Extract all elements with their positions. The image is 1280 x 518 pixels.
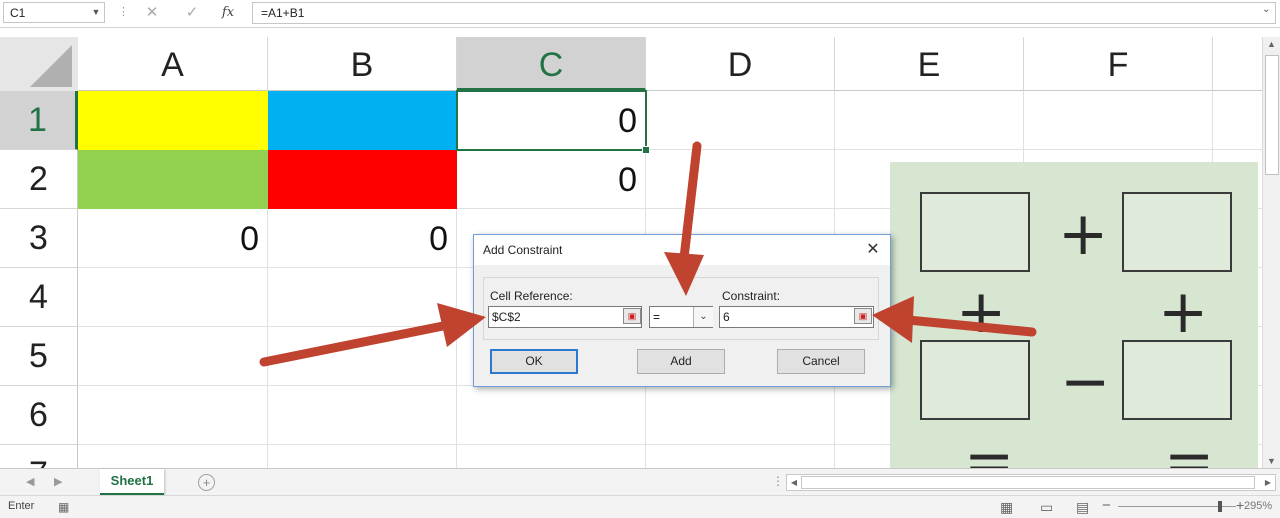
cell-d6[interactable] <box>646 386 835 445</box>
previous-sheet-icon[interactable]: ◀ <box>26 475 34 488</box>
formula-input[interactable]: =A1+B1 <box>252 2 1276 24</box>
cell-b3[interactable]: 0 <box>268 209 457 268</box>
cell-g1[interactable] <box>1213 91 1262 150</box>
scroll-down-icon[interactable]: ▼ <box>1263 456 1280 466</box>
row-header-4[interactable]: 4 <box>0 268 78 327</box>
column-header-d[interactable]: D <box>646 37 835 91</box>
row-header-2[interactable]: 2 <box>0 150 78 209</box>
cell-b2[interactable] <box>268 150 457 209</box>
macro-record-icon[interactable]: ▦ <box>58 500 69 514</box>
range-selector-icon[interactable]: ▣ <box>854 308 872 324</box>
status-bar: Enter ▦ ▦ ▭ ▤ − + 295% <box>0 495 1280 518</box>
cell-d7[interactable] <box>646 445 835 468</box>
add-button[interactable]: Add <box>637 349 725 374</box>
column-header-f[interactable]: F <box>1024 37 1213 91</box>
sheet-tabs-bar: ◀ ▶ Sheet1 + ⋮ ◀ ▶ <box>0 468 1280 496</box>
puzzle-box <box>1122 192 1232 272</box>
normal-view-icon[interactable]: ▦ <box>1000 499 1013 516</box>
cell-a3[interactable]: 0 <box>78 209 268 268</box>
column-header-c[interactable]: C <box>457 37 646 91</box>
vertical-scrollbar[interactable]: ▲ ▼ <box>1262 37 1280 468</box>
constraint-input[interactable]: 6 <box>719 306 874 328</box>
puzzle-image: + + + − = = <box>890 162 1258 468</box>
cell-b7[interactable] <box>268 445 457 468</box>
row-header-6[interactable]: 6 <box>0 386 78 445</box>
formula-bar: C1 ▼ ⋮ ✕ ✓ fx =A1+B1 ⌄ <box>0 0 1280 28</box>
puzzle-box <box>920 192 1030 272</box>
cell-d1[interactable] <box>646 91 835 150</box>
cell-b6[interactable] <box>268 386 457 445</box>
select-all-triangle-icon <box>30 45 72 87</box>
cell-b5[interactable] <box>268 327 457 386</box>
zoom-out-icon[interactable]: − <box>1102 497 1111 514</box>
insert-function-icon[interactable]: fx <box>216 3 240 23</box>
scroll-right-icon[interactable]: ▶ <box>1261 475 1275 490</box>
horizontal-scroll-thumb[interactable] <box>801 476 1255 489</box>
row-header-5[interactable]: 5 <box>0 327 78 386</box>
plus-symbol: + <box>1058 199 1109 269</box>
cell-b1[interactable] <box>268 91 457 150</box>
tab-sheet1[interactable]: Sheet1 <box>100 469 164 496</box>
zoom-in-icon[interactable]: + <box>1236 497 1244 513</box>
status-mode: Enter <box>8 500 35 512</box>
plus-symbol: + <box>956 277 1007 347</box>
cell-c2[interactable]: 0 <box>457 150 646 209</box>
zoom-level[interactable]: 295% <box>1244 500 1272 512</box>
name-box-dropdown-icon[interactable]: ▼ <box>90 3 102 22</box>
cell-a6[interactable] <box>78 386 268 445</box>
cell-reference-label: Cell Reference: <box>490 289 573 303</box>
tab-split-handle[interactable]: ⋮ <box>772 474 784 488</box>
minus-symbol: − <box>1060 347 1111 417</box>
ok-button[interactable]: OK <box>490 349 578 374</box>
dialog-title: Add Constraint <box>483 243 563 257</box>
formula-bar-grip-icon[interactable]: ⋮ <box>118 5 129 18</box>
column-header-b[interactable]: B <box>268 37 457 91</box>
add-sheet-button[interactable]: + <box>198 474 215 491</box>
chevron-down-icon[interactable]: ⌄ <box>693 307 713 327</box>
confirm-entry-icon[interactable]: ✓ <box>180 3 204 23</box>
fill-handle[interactable] <box>642 146 650 154</box>
constraint-label: Constraint: <box>722 289 781 303</box>
range-selector-icon[interactable]: ▣ <box>623 308 641 324</box>
scroll-up-icon[interactable]: ▲ <box>1263 39 1280 49</box>
cancel-entry-icon[interactable]: ✕ <box>140 3 164 23</box>
add-constraint-dialog: Add Constraint ✕ Cell Reference: $C$2 ▣ … <box>473 234 891 387</box>
cell-a5[interactable] <box>78 327 268 386</box>
equals-symbol: = <box>1164 427 1215 468</box>
cell-c6[interactable] <box>457 386 646 445</box>
cell-a7[interactable] <box>78 445 268 468</box>
selected-cell-outline <box>456 90 647 151</box>
cell-f1[interactable] <box>1024 91 1213 150</box>
column-header-partial[interactable] <box>1213 37 1262 91</box>
cell-d2[interactable] <box>646 150 835 209</box>
close-icon[interactable]: ✕ <box>862 239 884 261</box>
plus-symbol: + <box>1158 277 1209 347</box>
row-header-1[interactable]: 1 <box>0 91 78 150</box>
puzzle-box <box>920 340 1030 420</box>
cell-a2[interactable] <box>78 150 268 209</box>
cell-reference-input[interactable]: $C$2 <box>488 306 642 328</box>
row-header-3[interactable]: 3 <box>0 209 78 268</box>
page-layout-icon[interactable]: ▭ <box>1040 499 1053 516</box>
dialog-titlebar[interactable]: Add Constraint ✕ <box>474 235 890 265</box>
cell-a1[interactable] <box>78 91 268 150</box>
select-all-corner[interactable] <box>0 37 79 92</box>
horizontal-scrollbar[interactable]: ◀ ▶ <box>786 474 1276 491</box>
next-sheet-icon[interactable]: ▶ <box>54 475 62 488</box>
cancel-button[interactable]: Cancel <box>777 349 865 374</box>
expand-formula-bar-icon[interactable]: ⌄ <box>1262 4 1270 15</box>
cell-e1[interactable] <box>835 91 1024 150</box>
vertical-scroll-thumb[interactable] <box>1265 55 1279 175</box>
cell-b4[interactable] <box>268 268 457 327</box>
column-header-e[interactable]: E <box>835 37 1024 91</box>
cell-c7[interactable] <box>457 445 646 468</box>
cell-a4[interactable] <box>78 268 268 327</box>
scroll-left-icon[interactable]: ◀ <box>787 475 801 490</box>
column-header-a[interactable]: A <box>78 37 268 91</box>
row-header-7[interactable]: 7 <box>0 445 78 468</box>
puzzle-box <box>1122 340 1232 420</box>
equals-symbol: = <box>964 427 1015 468</box>
zoom-slider-thumb[interactable] <box>1218 501 1222 512</box>
page-break-preview-icon[interactable]: ▤ <box>1076 499 1089 516</box>
